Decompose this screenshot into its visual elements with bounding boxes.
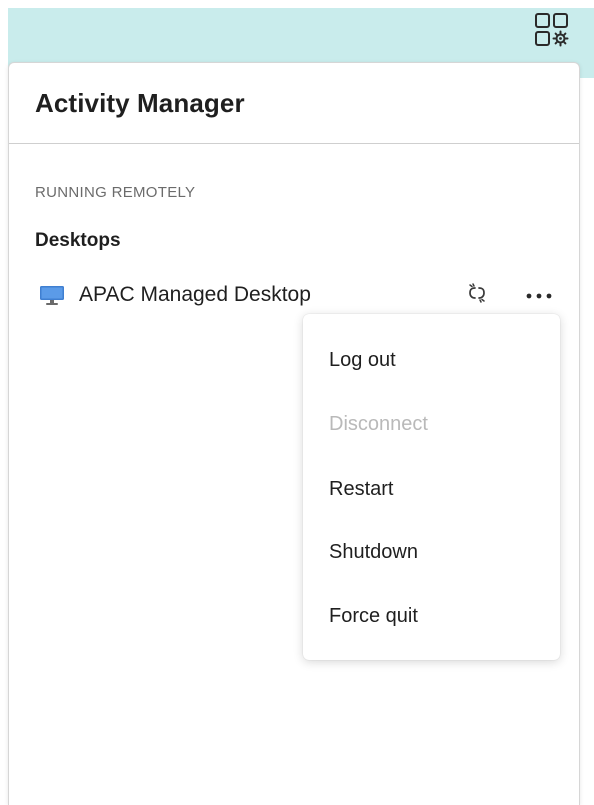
menu-item-shutdown[interactable]: Shutdown xyxy=(303,526,560,578)
more-icon xyxy=(526,286,552,304)
unlink-icon xyxy=(466,282,488,309)
menu-item-force-quit[interactable]: Force quit xyxy=(303,590,560,642)
more-options-button[interactable] xyxy=(521,281,557,309)
panel-header: Activity Manager xyxy=(9,63,579,144)
disconnect-button[interactable] xyxy=(463,281,491,309)
menu-item-restart[interactable]: Restart xyxy=(303,463,560,515)
monitor-icon xyxy=(39,284,65,306)
group-label: Desktops xyxy=(35,230,121,251)
menu-item-disconnect: Disconnect xyxy=(329,412,428,435)
section-label: RUNNING REMOTELY xyxy=(35,184,196,201)
desktop-name: APAC Managed Desktop xyxy=(79,283,311,306)
apps-gear-button[interactable] xyxy=(528,8,576,56)
panel-title: Activity Manager xyxy=(35,87,245,118)
desktop-item[interactable]: APAC Managed Desktop xyxy=(39,275,569,315)
desktop-actions-menu: Log out Disconnect Restart Shutdown Forc… xyxy=(303,314,560,660)
apps-gear-icon xyxy=(533,11,571,54)
menu-item-log-out[interactable]: Log out xyxy=(303,334,560,386)
